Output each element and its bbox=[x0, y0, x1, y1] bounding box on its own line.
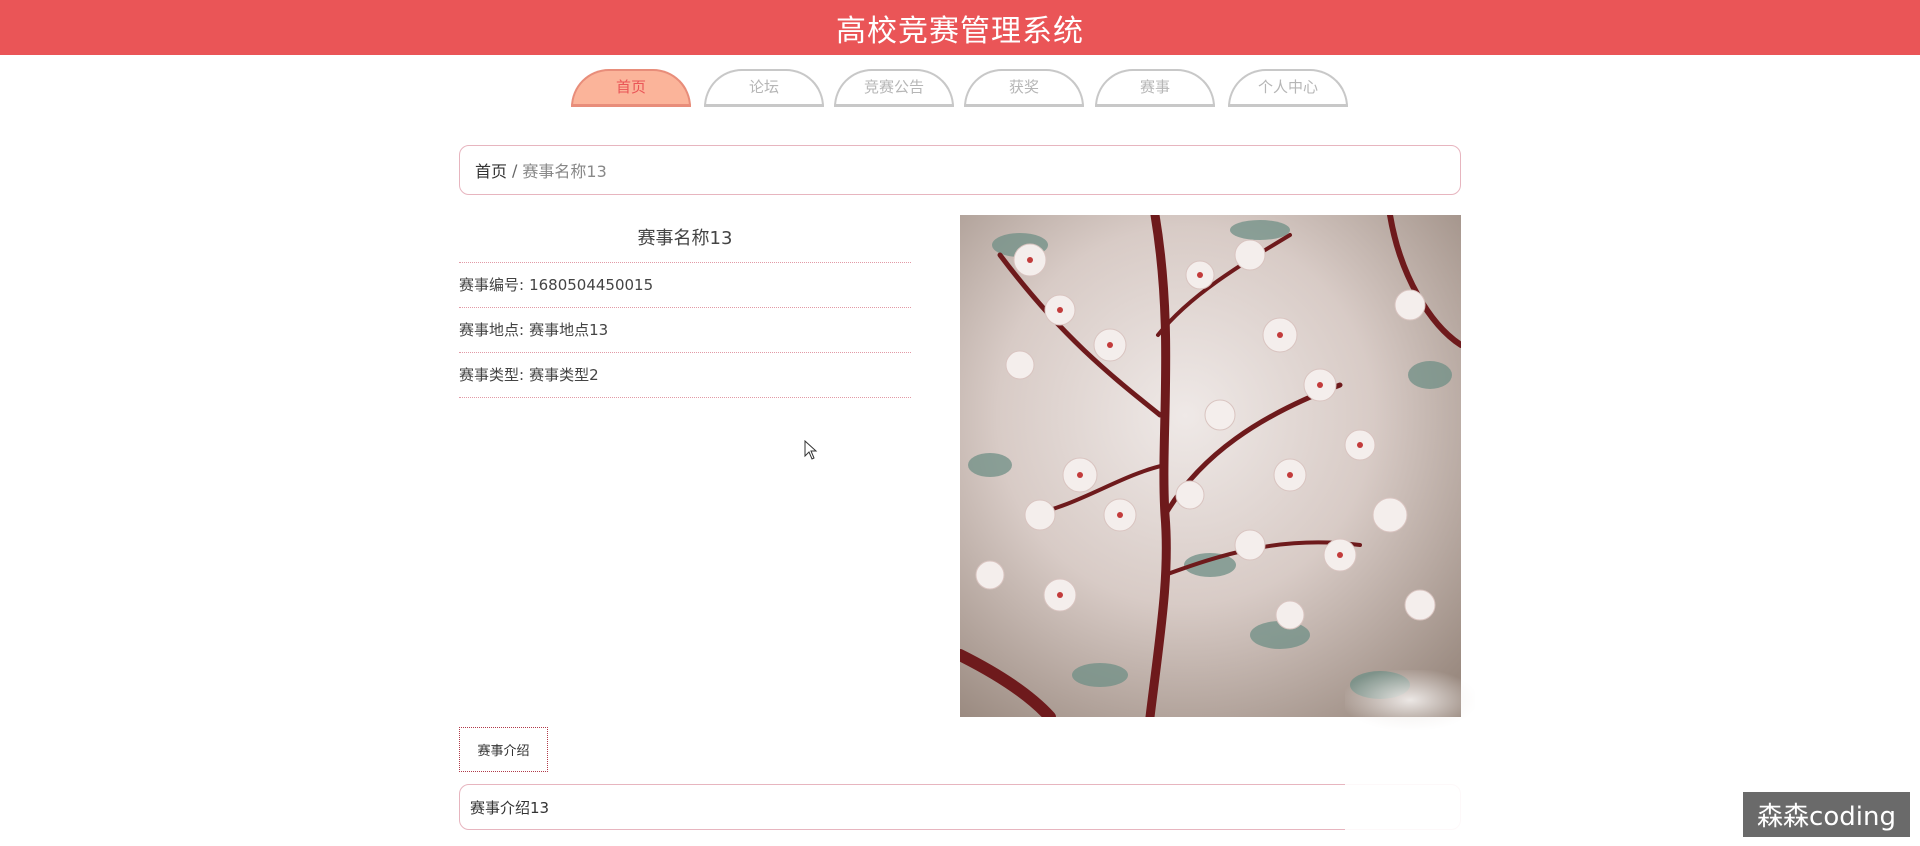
breadcrumb-separator: / bbox=[512, 160, 518, 180]
competition-title: 赛事名称13 bbox=[459, 214, 911, 263]
site-title: 高校竞赛管理系统 bbox=[836, 13, 1084, 49]
info-row-type: 赛事类型: 赛事类型2 bbox=[459, 353, 911, 398]
breadcrumb: 首页 / 赛事名称13 bbox=[459, 145, 1461, 195]
info-label: 赛事编号: bbox=[459, 276, 525, 294]
info-row-number: 赛事编号: 1680504450015 bbox=[459, 263, 911, 308]
info-value: 赛事地点13 bbox=[529, 321, 609, 339]
nav-competitions[interactable]: 赛事 bbox=[1095, 69, 1215, 107]
breadcrumb-current: 赛事名称13 bbox=[522, 162, 607, 181]
cherry-blossom-image bbox=[960, 215, 1461, 717]
info-value: 1680504450015 bbox=[529, 276, 654, 294]
mouse-cursor-icon bbox=[804, 440, 818, 460]
nav-home[interactable]: 首页 bbox=[571, 69, 691, 107]
content-blur-overlay bbox=[1345, 770, 1475, 840]
nav-personal-center[interactable]: 个人中心 bbox=[1228, 69, 1348, 107]
breadcrumb-home-link[interactable]: 首页 bbox=[475, 158, 507, 182]
nav-forum[interactable]: 论坛 bbox=[704, 69, 824, 107]
competition-intro-content: 赛事介绍13 bbox=[459, 784, 1461, 830]
competition-photo bbox=[960, 215, 1461, 717]
competition-info: 赛事名称13 赛事编号: 1680504450015 赛事地点: 赛事地点13 赛事… bbox=[459, 214, 911, 398]
main-nav: 首页 论坛 竞赛公告 获奖 赛事 个人中心 bbox=[0, 69, 1920, 109]
header-bar: 高校竞赛管理系统 bbox=[0, 0, 1920, 55]
nav-announcements[interactable]: 竞赛公告 bbox=[834, 69, 954, 107]
info-label: 赛事类型: bbox=[459, 366, 525, 384]
image-blur-overlay bbox=[1345, 670, 1475, 730]
info-label: 赛事地点: bbox=[459, 321, 525, 339]
tab-competition-intro[interactable]: 赛事介绍 bbox=[459, 727, 548, 772]
nav-awards[interactable]: 获奖 bbox=[964, 69, 1084, 107]
info-row-location: 赛事地点: 赛事地点13 bbox=[459, 308, 911, 353]
info-value: 赛事类型2 bbox=[529, 366, 599, 384]
watermark: 森森coding bbox=[1743, 792, 1910, 837]
